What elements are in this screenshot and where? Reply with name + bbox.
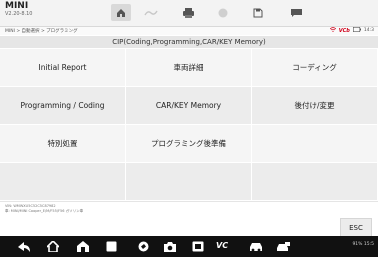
system-status: 91% 15:5 xyxy=(352,242,374,247)
camera-icon[interactable] xyxy=(162,240,178,253)
connection-status: VCb 14:3 xyxy=(329,27,374,34)
menu-empty-slot xyxy=(252,163,378,201)
car-battery-icon[interactable] xyxy=(275,240,291,253)
top-bar: MINI V2.20-8.10 xyxy=(0,0,378,27)
menu-grid: Initial Report 車両詳細 コーディング Programming /… xyxy=(0,49,378,201)
menu-vehicle-details[interactable]: 車両詳細 xyxy=(126,49,252,87)
back-icon[interactable] xyxy=(16,240,32,253)
system-battery: 91% xyxy=(352,242,363,247)
menu-retrofit-change[interactable]: 後付け/変更 xyxy=(252,87,378,125)
home-icon[interactable] xyxy=(45,240,61,253)
vcb-label: VCb xyxy=(338,27,350,34)
battery-icon xyxy=(352,27,361,34)
screen-record-icon[interactable] xyxy=(190,240,206,253)
menu-empty-slot xyxy=(0,163,126,201)
wifi-icon xyxy=(329,27,337,34)
status-time: 14:3 xyxy=(363,28,374,33)
menu-car-key-memory[interactable]: CAR/KEY Memory xyxy=(126,87,252,125)
car-icon[interactable] xyxy=(248,240,264,253)
menu-programming-coding[interactable]: Programming / Coding xyxy=(0,87,126,125)
breadcrumb-path: MINI > 自動選択 > プログラミング xyxy=(5,29,78,34)
breadcrumb: MINI > 自動選択 > プログラミング VCb 14:3 xyxy=(0,27,378,35)
app-version: V2.20-8.10 xyxy=(5,11,33,17)
menu-empty-slot xyxy=(252,125,378,163)
vc-icon[interactable]: VC xyxy=(216,241,228,250)
page-title: CIP(Coding,Programming,CAR/KEY Memory) xyxy=(0,36,378,48)
menu-initial-report[interactable]: Initial Report xyxy=(0,49,126,87)
browser-icon[interactable] xyxy=(135,240,151,253)
menu-special-measures[interactable]: 特別処置 xyxy=(0,125,126,163)
menu-empty-slot xyxy=(126,163,252,201)
print-icon[interactable] xyxy=(178,4,198,21)
vehicle-info: VIN: WMWXU5C52C5C87982 車: MINI/MINI Coop… xyxy=(5,204,83,213)
menu-coding[interactable]: コーディング xyxy=(252,49,378,87)
system-clock: 15:5 xyxy=(363,242,374,247)
house-icon[interactable] xyxy=(75,240,91,253)
app-name: MINI xyxy=(5,1,29,11)
help-icon[interactable] xyxy=(213,4,233,21)
save-icon[interactable] xyxy=(248,4,268,21)
esc-button[interactable]: ESC xyxy=(340,218,372,238)
recents-icon[interactable] xyxy=(103,240,119,253)
footer: VIN: WMWXU5C52C5C87982 車: MINI/MINI Coop… xyxy=(0,201,378,238)
model-text: 車: MINI/MINI Cooper_E/M/F55/F56 ガソリン車 xyxy=(5,208,84,213)
brand: MINI V2.20-8.10 xyxy=(5,2,33,17)
vehicle-menu-icon[interactable] xyxy=(141,4,161,21)
home-icon[interactable] xyxy=(111,4,131,21)
data-icon[interactable] xyxy=(286,4,306,21)
system-nav-bar: VC 91% 15:5 xyxy=(0,236,378,257)
menu-post-programming-prep[interactable]: プログラミング後準備 xyxy=(126,125,252,163)
